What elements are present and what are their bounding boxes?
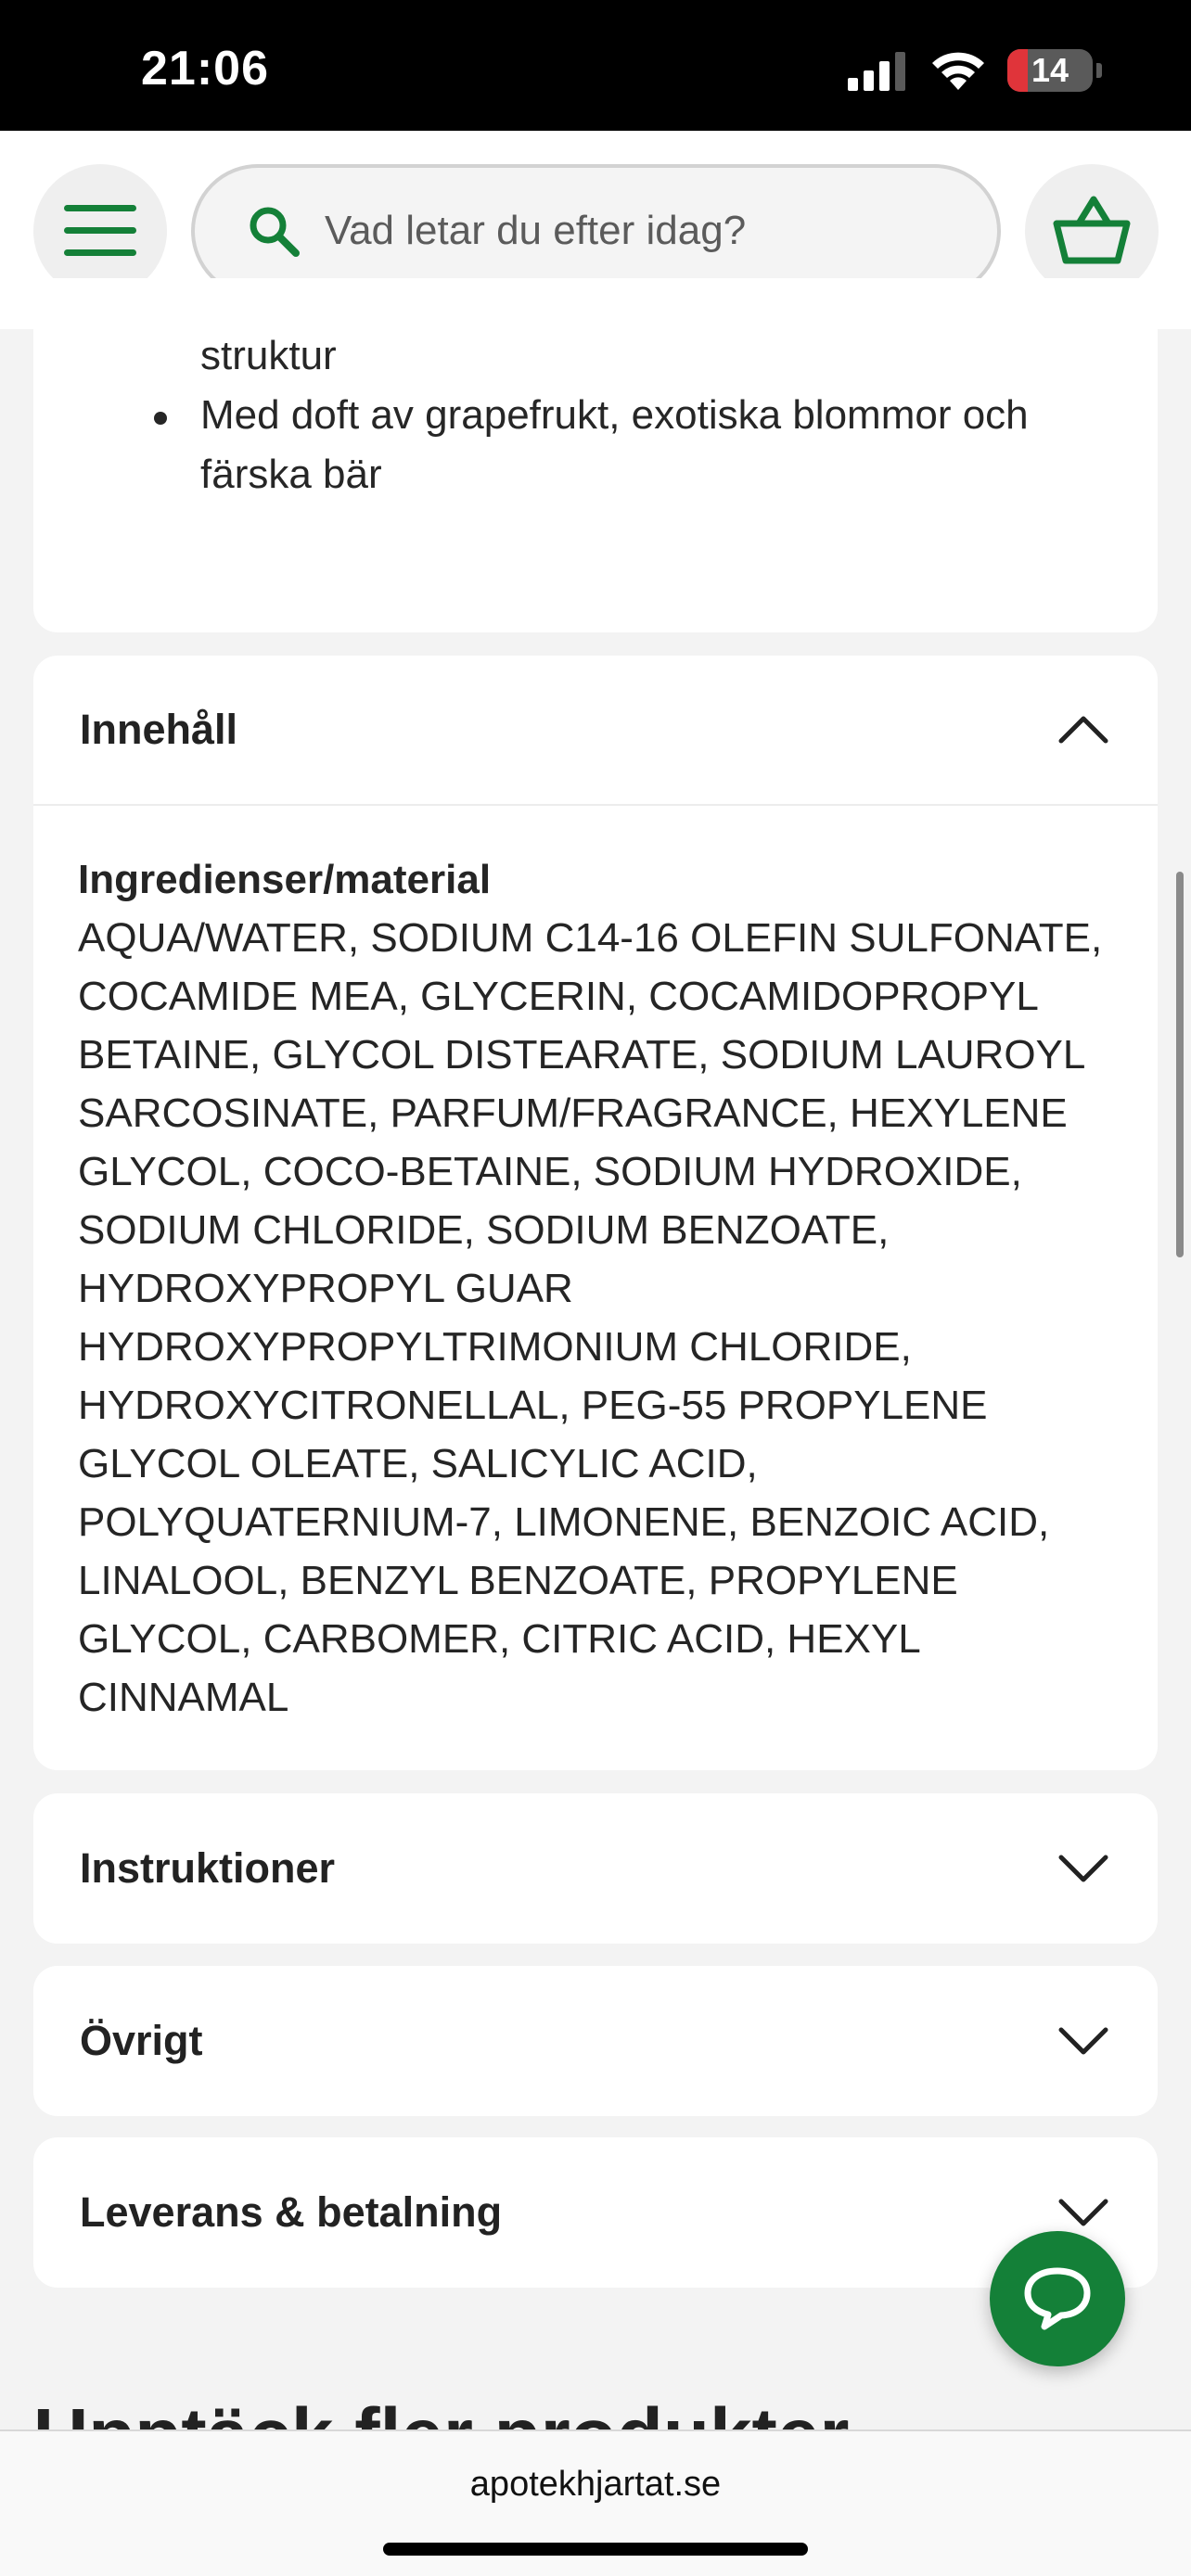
wifi-icon (932, 52, 984, 90)
description-card: struktur Med doft av grapefrukt, exotisk… (33, 278, 1158, 632)
chevron-down-icon (1058, 1855, 1108, 1882)
ingredients-line: GLYCOL, COCO-BETAINE, SODIUM HYDROXIDE, (78, 1149, 1022, 1194)
chevron-down-icon (1058, 2027, 1108, 2055)
ingredients-heading: Ingredienser/material (78, 857, 492, 902)
divider (33, 804, 1158, 806)
ingredients-line: LINALOOL, BENZYL BENZOATE, PROPYLENE (78, 1558, 958, 1603)
battery-icon: 14 (1007, 49, 1093, 92)
ingredients-line: HYDROXYPROPYLTRIMONIUM CHLORIDE, (78, 1324, 912, 1370)
battery-cap (1096, 63, 1102, 78)
chat-bubble-icon (1024, 2267, 1091, 2330)
accordion-instructions-header[interactable]: Instruktioner (33, 1793, 1158, 1944)
ingredients-line: HYDROXYCITRONELLAL, PEG-55 PROPYLENE (78, 1383, 988, 1428)
ingredients-line: SARCOSINATE, PARFUM/FRAGRANCE, HEXYLENE (78, 1090, 1068, 1136)
description-bullets: struktur Med doft av grapefrukt, exotisk… (119, 326, 1130, 504)
ingredients-line: POLYQUATERNIUM-7, LIMONENE, BENZOIC ACID… (78, 1499, 1050, 1545)
scrollbar[interactable] (1176, 872, 1184, 1257)
chat-button[interactable] (990, 2231, 1125, 2366)
battery-level: 14 (1031, 51, 1069, 89)
status-icons: 14 (846, 45, 1102, 96)
bullet-continuation: struktur (200, 333, 337, 378)
accordion-title: Övrigt (80, 2017, 203, 2064)
ingredients-line: SODIUM CHLORIDE, SODIUM BENZOATE, (78, 1207, 890, 1253)
ingredients-line: HYDROXYPROPYL GUAR (78, 1266, 573, 1311)
accordion-title: Innehåll (80, 706, 238, 753)
ingredients-line: GLYCOL, CARBOMER, CITRIC ACID, HEXYL (78, 1616, 921, 1662)
search-input[interactable] (325, 208, 881, 254)
accordion-instructions[interactable]: Instruktioner (33, 1793, 1158, 1944)
ingredients-line: AQUA/WATER, SODIUM C14-16 OLEFIN SULFONA… (78, 915, 1103, 961)
hamburger-menu-icon (64, 205, 136, 256)
accordion-delivery[interactable]: Leverans & betalning (33, 2137, 1158, 2288)
ingredients-line: CINNAMAL (78, 1675, 289, 1720)
ingredients-line: COCAMIDE MEA, GLYCERIN, COCAMIDOPROPYL (78, 974, 1039, 1019)
shopping-basket-icon (1053, 196, 1131, 264)
accordion-other-header[interactable]: Övrigt (33, 1966, 1158, 2116)
cellular-signal-icon (848, 52, 905, 91)
browser-address-bar[interactable]: apotekhjartat.se (0, 2429, 1191, 2576)
accordion-content-header[interactable]: Innehåll (33, 656, 1158, 804)
bullet-continuation: färska bär (200, 452, 382, 497)
search-icon (250, 207, 300, 257)
ingredients-block: Ingredienser/material AQUA/WATER, SODIUM… (78, 850, 1126, 1727)
status-time: 21:06 (141, 42, 269, 96)
accordion-title: Instruktioner (80, 1844, 336, 1892)
accordion-other[interactable]: Övrigt (33, 1966, 1158, 2116)
home-indicator[interactable] (383, 2543, 808, 2556)
page: 21:06 14 Vad letar du efter idag? strukt… (0, 0, 1191, 2576)
status-bar: 21:06 14 (0, 0, 1191, 131)
accordion-title: Leverans & betalning (80, 2188, 503, 2236)
accordion-content: Innehåll Ingredienser/material AQUA/WATE… (33, 656, 1158, 1770)
bullet-item: Med doft av grapefrukt, exotiska blommor… (119, 386, 1130, 445)
accordion-delivery-header[interactable]: Leverans & betalning (33, 2137, 1158, 2288)
chevron-up-icon (1058, 716, 1108, 744)
browser-url[interactable]: apotekhjartat.se (0, 2465, 1191, 2505)
ingredients-line: BETAINE, GLYCOL DISTEARATE, SODIUM LAURO… (78, 1032, 1086, 1078)
ingredients-line: GLYCOL OLEATE, SALICYLIC ACID, (78, 1441, 758, 1486)
